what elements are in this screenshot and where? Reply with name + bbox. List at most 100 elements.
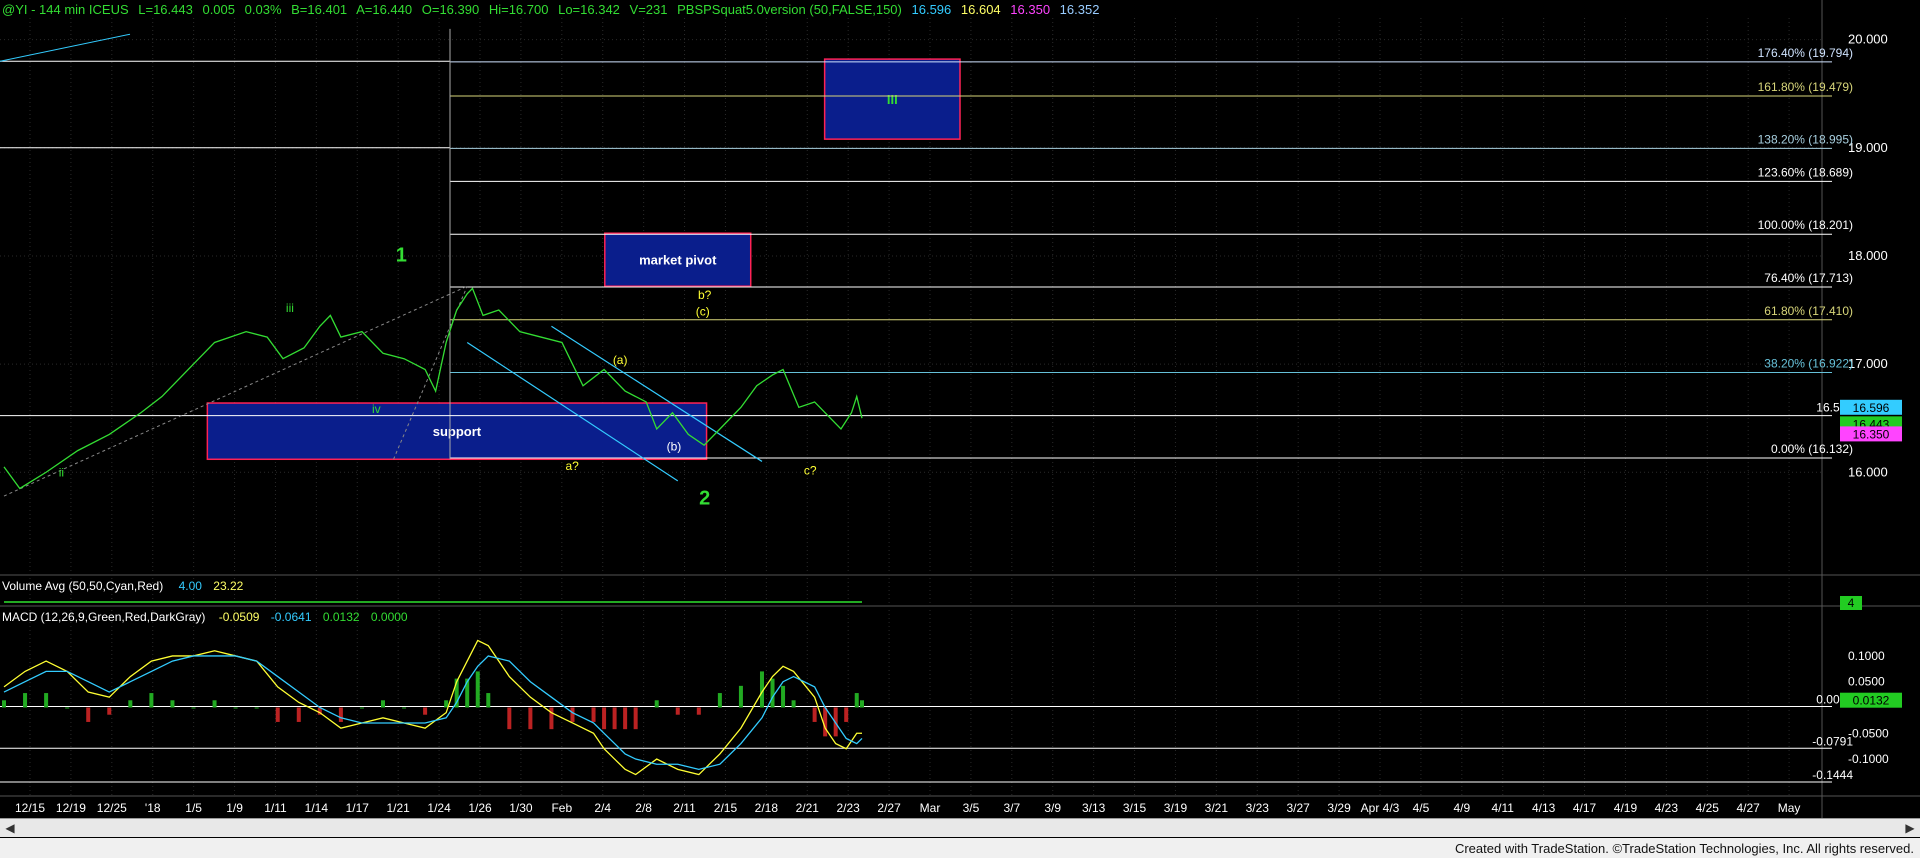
x-tick-label: 1/5 [185, 801, 202, 815]
zone-label: market pivot [639, 253, 717, 268]
x-tick-label: 4/23 [1655, 801, 1679, 815]
macd-histogram-bar [475, 671, 480, 708]
study-value-2: 16.604 [960, 2, 1001, 17]
volume-study-value-1: 4.00 [178, 579, 202, 593]
chart-header: @YI - 144 min ICEUS L=16.443 0.005 0.03%… [2, 2, 1105, 17]
x-tick-label: 3/29 [1327, 801, 1351, 815]
macd-histogram-bar [696, 707, 701, 715]
macd-header: MACD (12,26,9,Green,Red,DarkGray) -0.050… [2, 610, 408, 624]
volume-header: Volume Avg (50,50,Cyan,Red) 4.00 23.22 [2, 579, 243, 593]
x-tick-label: 2/21 [796, 801, 820, 815]
macd-histogram-bar [254, 707, 259, 709]
x-tick-label: 4/9 [1453, 801, 1470, 815]
fib-label: 61.80% (17.410) [1764, 304, 1853, 318]
macd-value-3: 0.0132 [322, 610, 360, 624]
x-tick-label: 2/18 [755, 801, 779, 815]
macd-histogram-bar [854, 693, 859, 708]
x-tick-label: 2/15 [714, 801, 738, 815]
scroll-left-icon[interactable]: ◀ [2, 819, 18, 837]
study-value-4: 16.352 [1059, 2, 1100, 17]
x-tick-label: 3/21 [1205, 801, 1229, 815]
macd-histogram-bar [860, 700, 864, 708]
fib-label: 123.60% (18.689) [1758, 165, 1853, 179]
x-tick-label: 4/19 [1614, 801, 1638, 815]
wave-label: b? [698, 288, 712, 302]
x-tick-label: 2/8 [635, 801, 652, 815]
fib-label: 38.20% (16.922) [1764, 357, 1853, 371]
x-tick-label: 3/27 [1287, 801, 1311, 815]
wave-label: ii [59, 466, 64, 480]
fib-label: 76.40% (17.713) [1764, 271, 1853, 285]
x-tick-label: 1/11 [264, 801, 287, 815]
macd-histogram-bar [738, 685, 743, 708]
macd-histogram-bar [191, 707, 196, 709]
macd-histogram-bar [402, 707, 407, 709]
macd-histogram-bar [65, 707, 70, 709]
wave-label: (b) [667, 440, 682, 454]
zone-label: support [433, 424, 482, 439]
x-tick-label: Mar [920, 801, 941, 815]
macd-histogram-bar [44, 693, 49, 708]
macd-signal-line [3, 655, 863, 771]
macd-histogram-bar [823, 707, 828, 737]
x-tick-label: 3/9 [1044, 801, 1061, 815]
study-value-3: 16.350 [1010, 2, 1051, 17]
scroll-right-icon[interactable]: ▶ [1902, 819, 1918, 837]
x-tick-label: 4/17 [1573, 801, 1597, 815]
macd-histogram-bar [844, 707, 849, 722]
macd-histogram-bar [549, 707, 554, 730]
wave-label: iii [286, 301, 294, 315]
volume-value: V=231 [629, 2, 668, 17]
symbol-label: @YI - 144 min ICEUS [2, 2, 129, 17]
macd-histogram-bar [338, 707, 343, 722]
macd-tag-text: 0.0132 [1853, 694, 1890, 708]
macd-tick-label: 0.1000 [1848, 649, 1885, 663]
x-tick-label: 3/23 [1246, 801, 1270, 815]
x-tick-label: 4/13 [1532, 801, 1556, 815]
macd-histogram-bar [633, 707, 638, 730]
wave-label: a? [565, 459, 579, 473]
macd-histogram-bar [591, 707, 596, 722]
horizontal-scrollbar[interactable]: ◀ ▶ [0, 818, 1920, 837]
wave-label: (a) [613, 353, 628, 367]
macd-level-label: -0.1444 [1812, 768, 1853, 782]
x-tick-label: Feb [551, 801, 572, 815]
price-tick-label: 18.000 [1848, 248, 1888, 263]
last-price: L=16.443 [138, 2, 193, 17]
macd-tick-label: 0.0500 [1848, 675, 1885, 689]
wave-label: 2 [699, 488, 710, 510]
fib-label: 161.80% (19.479) [1758, 80, 1853, 94]
x-tick-label: 12/15 [15, 801, 45, 815]
x-tick-label: '18 [145, 801, 161, 815]
price-tag-text: 16.350 [1853, 427, 1890, 441]
volume-study-value-2: 23.22 [213, 579, 244, 593]
macd-histogram-bar [296, 707, 301, 722]
macd-histogram-bar [2, 700, 6, 708]
macd-histogram-bar [275, 707, 280, 722]
macd-histogram-bar [791, 700, 796, 708]
price-tick-label: 20.000 [1848, 32, 1888, 47]
macd-value-4: 0.0000 [370, 610, 408, 624]
macd-histogram-bar [717, 693, 722, 708]
macd-histogram-bar [359, 707, 364, 709]
open-value: O=16.390 [421, 2, 480, 17]
macd-histogram-bar [107, 707, 112, 715]
macd-study-label: MACD (12,26,9,Green,Red,DarkGray) [2, 610, 206, 624]
bid-value: B=16.401 [291, 2, 348, 17]
study-value-1: 16.596 [911, 2, 952, 17]
x-tick-label: May [1778, 801, 1801, 815]
macd-histogram-bar [23, 693, 28, 708]
x-tick-label: 4/27 [1737, 801, 1761, 815]
macd-histogram-bar [623, 707, 628, 730]
macd-histogram-bar [444, 700, 449, 708]
x-tick-label: 1/9 [226, 801, 243, 815]
x-tick-label: 3/19 [1164, 801, 1188, 815]
macd-histogram-bar [380, 700, 385, 708]
copyright-text: Created with TradeStation. ©TradeStation… [1454, 841, 1914, 856]
macd-histogram-bar [770, 678, 775, 708]
wave-label: (c) [696, 304, 710, 318]
x-tick-label: 2/23 [837, 801, 861, 815]
trend-line [3, 285, 468, 497]
macd-histogram-bar [654, 700, 659, 708]
macd-histogram-bar [781, 685, 786, 708]
